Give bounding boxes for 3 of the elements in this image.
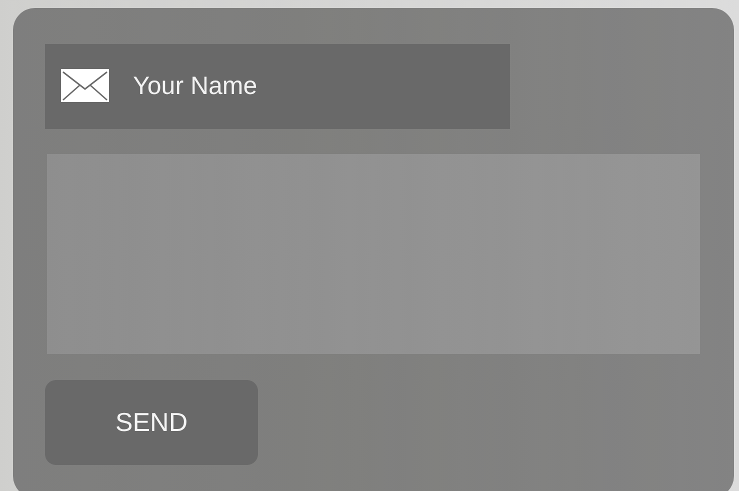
- message-field[interactable]: [47, 154, 700, 354]
- name-field[interactable]: Your Name: [45, 44, 510, 129]
- send-button[interactable]: SEND: [45, 380, 258, 465]
